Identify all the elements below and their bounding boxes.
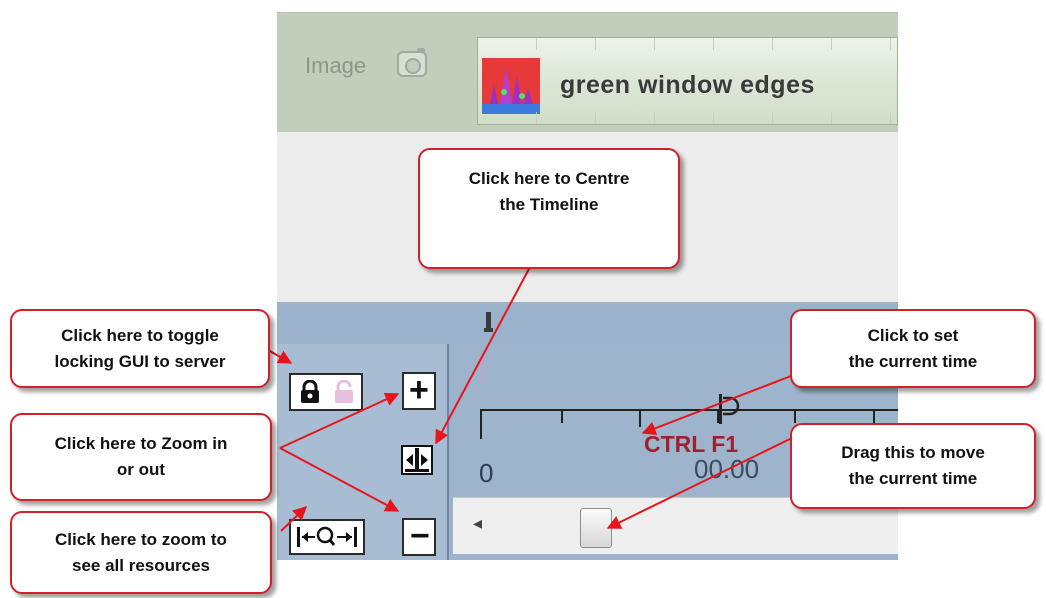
ruler-tick: [794, 409, 796, 423]
callout-zoom-all: Click here to zoom to see all resources: [10, 511, 272, 594]
time-marker-foot: [484, 328, 493, 332]
callout-zoom: Click here to Zoom in or out: [10, 413, 272, 501]
callout-drag-time-text: Drag this to move the current time: [841, 443, 985, 488]
centre-timeline-button[interactable]: [401, 445, 433, 475]
current-time-indicator[interactable]: [713, 392, 745, 426]
minus-icon: −: [410, 517, 430, 555]
callout-set-time-text: Click to set the current time: [848, 325, 978, 371]
callout-zoom-all-text: Click here to zoom to see all resources: [55, 529, 227, 575]
timecode-readout: 00.00: [694, 454, 760, 484]
zoom-all-button[interactable]: [289, 519, 365, 555]
padlock-icon: [301, 380, 319, 403]
callout-centre-timeline: Click here to Centre the Timeline: [418, 148, 680, 269]
unlocked-padlock-icon: [335, 380, 353, 403]
ruler-tick: [561, 409, 563, 423]
clip-top-ruler: [478, 38, 898, 50]
ruler-tick: [480, 409, 482, 439]
callout-lock-gui: Click here to toggle locking GUI to serv…: [10, 309, 270, 388]
callout-drag-time: Drag this to move the current time: [790, 423, 1036, 509]
clip-bottom-ruler: [478, 112, 898, 124]
scroll-left-icon[interactable]: ◂: [473, 513, 482, 534]
callout-zoom-text: Click here to Zoom in or out: [54, 434, 228, 479]
callout-set-time: Click to set the current time: [790, 309, 1036, 388]
callout-centre-text: Click here to Centre the Timeline: [468, 169, 630, 214]
ruler-zero-label: 0: [479, 458, 494, 488]
track-label: Image: [305, 53, 367, 78]
zoom-all-icon: [297, 526, 357, 547]
clip-green-window-edges[interactable]: green window edges: [477, 37, 898, 125]
clip-thumbnail: [482, 58, 540, 114]
scrollbar-thumb[interactable]: [580, 508, 612, 548]
zoom-in-button[interactable]: +: [402, 371, 436, 410]
camera-icon[interactable]: [397, 48, 427, 77]
ruler-tick: [873, 409, 875, 423]
centre-timeline-icon: [401, 445, 433, 475]
image-track: Image green window edges: [277, 12, 898, 133]
start-marker: [481, 354, 483, 382]
clip-title: green window edges: [560, 71, 815, 99]
lock-toggle-button[interactable]: [289, 373, 363, 411]
ruler-tick: [639, 409, 641, 427]
callout-lock-text: Click here to toggle locking GUI to serv…: [54, 325, 226, 371]
plus-icon: +: [409, 371, 429, 409]
zoom-out-button[interactable]: −: [402, 517, 436, 556]
timeline-controls: + −: [277, 344, 447, 560]
ruler-baseline: [481, 409, 898, 411]
